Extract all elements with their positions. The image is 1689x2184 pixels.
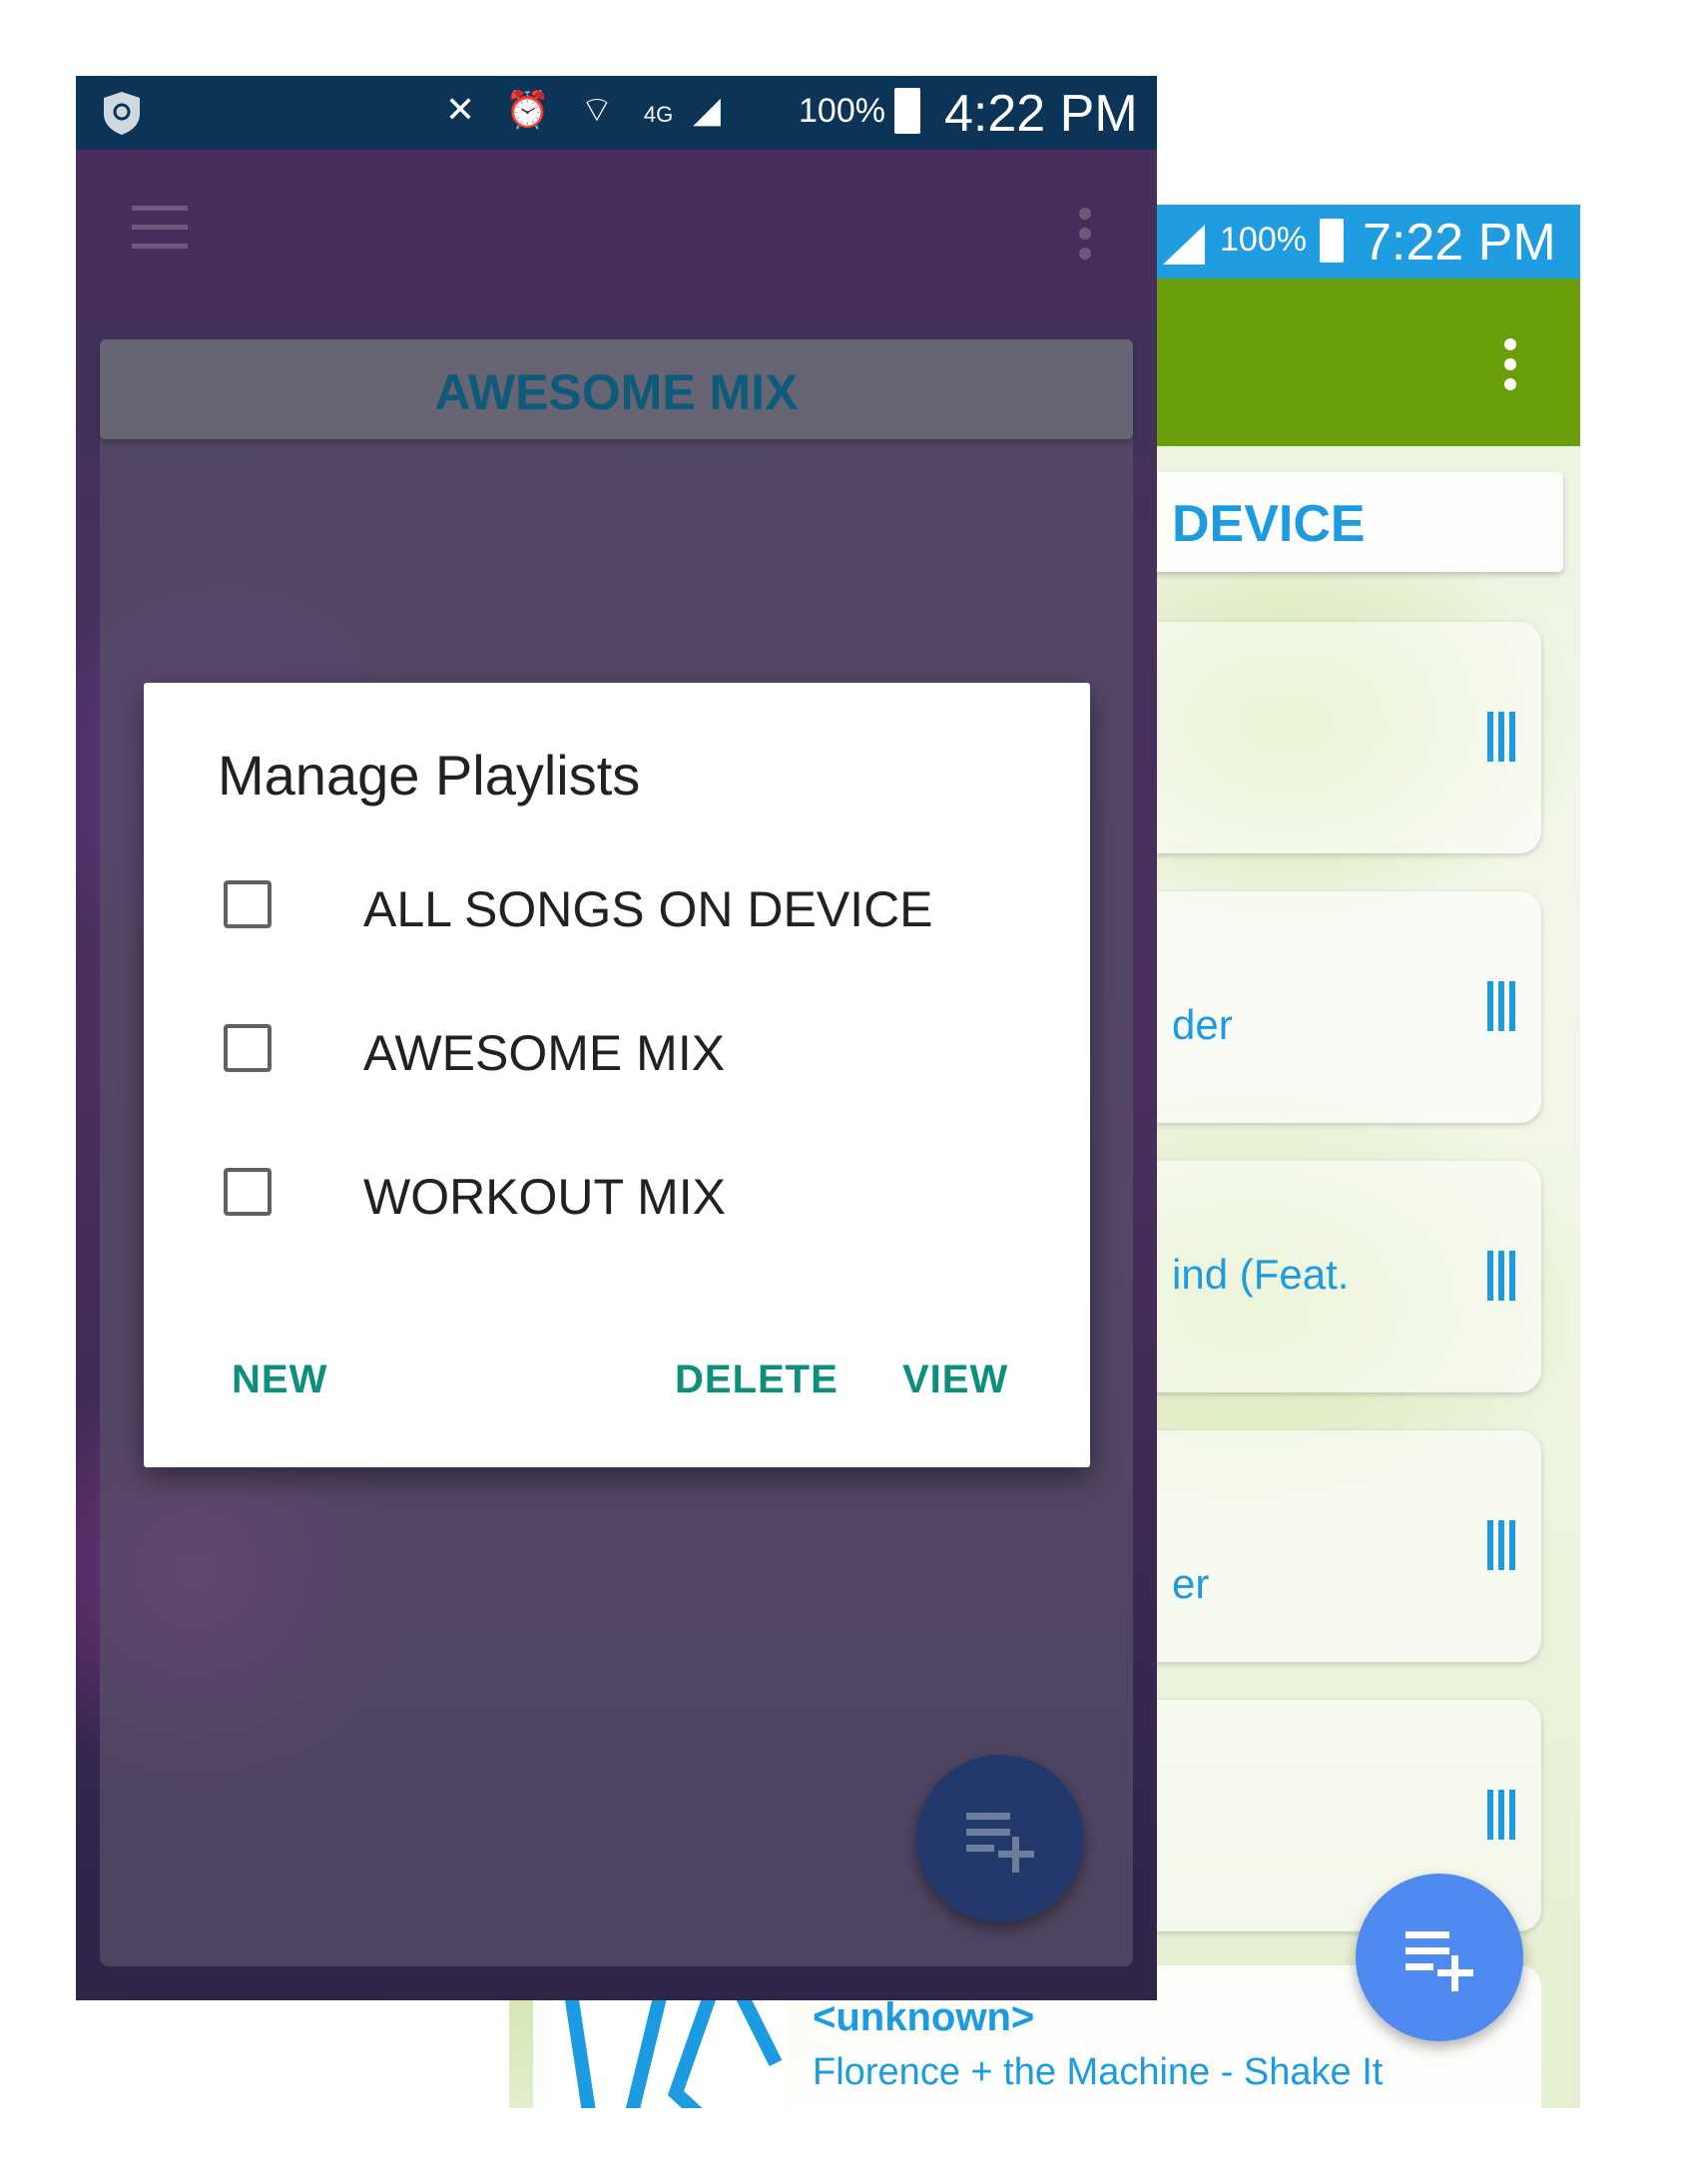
playlist-option[interactable]: ALL SONGS ON DEVICE [224, 862, 1042, 952]
playlist-add-icon [966, 1813, 1034, 1873]
overflow-menu-icon[interactable] [1504, 338, 1520, 398]
playlist-option-label: WORKOUT MIX [363, 1169, 726, 1225]
playlist-title: AWESOME MIX [434, 364, 799, 420]
add-to-playlist-button[interactable] [916, 1755, 1084, 1922]
album-logo-icon [551, 1983, 786, 2108]
overflow-menu-icon[interactable] [1079, 208, 1093, 268]
song-title: Florence + the Machine - Shake It [813, 2051, 1384, 2093]
manage-playlists-dialog: Manage Playlists ALL SONGS ON DEVICE AWE… [144, 683, 1090, 1467]
add-to-playlist-button[interactable] [1356, 1874, 1523, 2041]
song-title: er [1172, 1560, 1210, 1607]
battery-icon [1320, 219, 1344, 263]
drag-handle-icon[interactable] [1487, 981, 1523, 1031]
wifi-icon: ⌔ [580, 89, 624, 130]
playlist-option-label: ALL SONGS ON DEVICE [363, 881, 933, 937]
delete-button[interactable]: DELETE [675, 1358, 839, 1402]
status-bar: ✕ ⏰ ⌔ 4G ◢ 100% 4:22 PM [76, 76, 1157, 150]
battery-percent: 100% [799, 92, 885, 130]
playlist-option[interactable]: WORKOUT MIX [224, 1150, 1042, 1240]
playlist-header: AWESOME MIX [100, 339, 1133, 439]
song-title: der [1172, 1001, 1233, 1048]
checkbox[interactable] [224, 1168, 272, 1216]
album-art [551, 1983, 786, 2108]
hamburger-menu-icon[interactable] [132, 206, 188, 263]
shield-icon [104, 92, 140, 135]
dialog-title: Manage Playlists [218, 744, 641, 807]
signal-icon [1163, 225, 1205, 265]
status-icons: ✕ ⏰ ⌔ 4G ◢ [445, 88, 731, 133]
battery-percent: 100% [1220, 221, 1307, 259]
playlist-option-label: AWESOME MIX [363, 1025, 726, 1081]
drag-handle-icon[interactable] [1487, 712, 1523, 762]
song-title: ind (Feat. [1172, 1251, 1350, 1298]
app-toolbar [76, 150, 1157, 317]
alarm-icon: ⏰ [505, 89, 561, 130]
song-artist: <unknown> [813, 1995, 1035, 2039]
new-button[interactable]: NEW [232, 1358, 327, 1402]
playlist-option[interactable]: AWESOME MIX [224, 1006, 1042, 1096]
checkbox[interactable] [224, 880, 272, 928]
view-button[interactable]: VIEW [902, 1358, 1008, 1402]
network-type: 4G [643, 102, 674, 127]
drag-handle-icon[interactable] [1487, 1790, 1523, 1840]
clock: 7:22 PM [1363, 214, 1556, 272]
playlist-add-icon [1406, 1931, 1473, 1991]
signal-icon: ◢ [693, 89, 731, 130]
clock: 4:22 PM [944, 85, 1138, 143]
drag-handle-icon[interactable] [1487, 1251, 1523, 1301]
drag-handle-icon[interactable] [1487, 1520, 1523, 1570]
playlist-title: DEVICE [1172, 495, 1366, 553]
battery-icon [894, 88, 920, 134]
checkbox[interactable] [224, 1024, 272, 1072]
vibrate-mute-icon: ✕ [445, 89, 486, 130]
